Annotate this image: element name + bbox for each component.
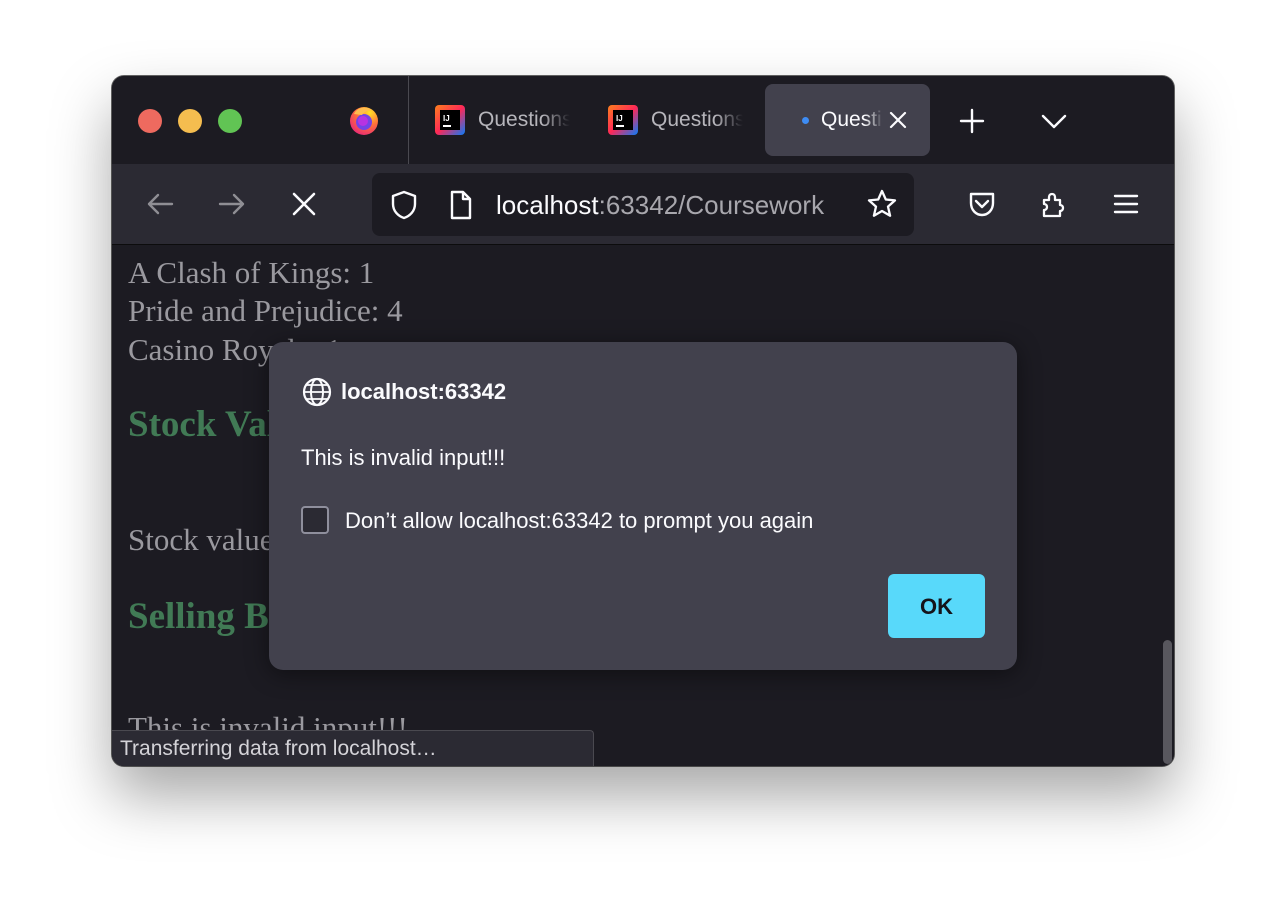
dont-allow-prompts-checkbox[interactable] <box>301 506 329 534</box>
firefox-logo-icon[interactable] <box>348 104 380 136</box>
tab-label: Questions <box>651 108 743 131</box>
close-tab-icon[interactable] <box>886 108 910 132</box>
list-all-tabs-chevron-icon[interactable] <box>1040 109 1068 133</box>
tab-questions-2[interactable]: IJ Questions <box>607 84 747 156</box>
globe-icon <box>302 377 332 407</box>
url-text[interactable]: localhost:63342/Coursework <box>496 188 850 222</box>
page-info-icon[interactable] <box>444 189 476 221</box>
loading-dot-icon <box>802 116 809 124</box>
hamburger-menu-icon[interactable] <box>1110 188 1142 220</box>
zoom-window-button[interactable] <box>218 109 242 133</box>
stop-loading-icon[interactable] <box>288 188 320 220</box>
alert-dialog: localhost:63342 This is invalid input!!!… <box>269 342 1017 670</box>
dont-allow-prompts-label[interactable]: Don’t allow localhost:63342 to prompt yo… <box>345 506 813 536</box>
dialog-title: localhost:63342 <box>341 379 507 404</box>
forward-arrow-icon[interactable] <box>216 188 248 220</box>
minimize-window-button[interactable] <box>178 109 202 133</box>
url-host: localhost <box>496 190 599 220</box>
tab-label: Questions <box>478 108 570 131</box>
tab-strip: IJ Questions IJ Questions Questi <box>112 76 1174 164</box>
ok-button[interactable]: OK <box>888 574 985 638</box>
dialog-message: This is invalid input!!! <box>301 445 506 470</box>
new-tab-plus-icon[interactable] <box>958 107 986 135</box>
back-arrow-icon[interactable] <box>144 188 176 220</box>
svg-text:IJ: IJ <box>443 114 450 123</box>
extensions-puzzle-icon[interactable] <box>1038 188 1070 220</box>
tab-divider <box>408 76 409 164</box>
bookmark-star-icon[interactable] <box>866 188 898 220</box>
intellij-icon: IJ <box>608 105 638 135</box>
tab-label: Questions <box>821 108 883 131</box>
browser-window: IJ Questions IJ Questions Questi localho… <box>112 76 1174 766</box>
navigation-toolbar: localhost:63342/Coursework <box>112 164 1174 245</box>
intellij-icon: IJ <box>435 105 465 135</box>
svg-text:IJ: IJ <box>616 114 623 123</box>
tracking-protection-shield-icon[interactable] <box>388 189 420 221</box>
url-path: :63342/Coursework <box>598 190 825 220</box>
tab-questions-1[interactable]: IJ Questions <box>434 84 574 156</box>
close-window-button[interactable] <box>138 109 162 133</box>
pocket-icon[interactable] <box>966 188 998 220</box>
address-bar[interactable]: localhost:63342/Coursework <box>372 173 914 236</box>
tab-questions-active[interactable]: Questions <box>765 84 930 156</box>
